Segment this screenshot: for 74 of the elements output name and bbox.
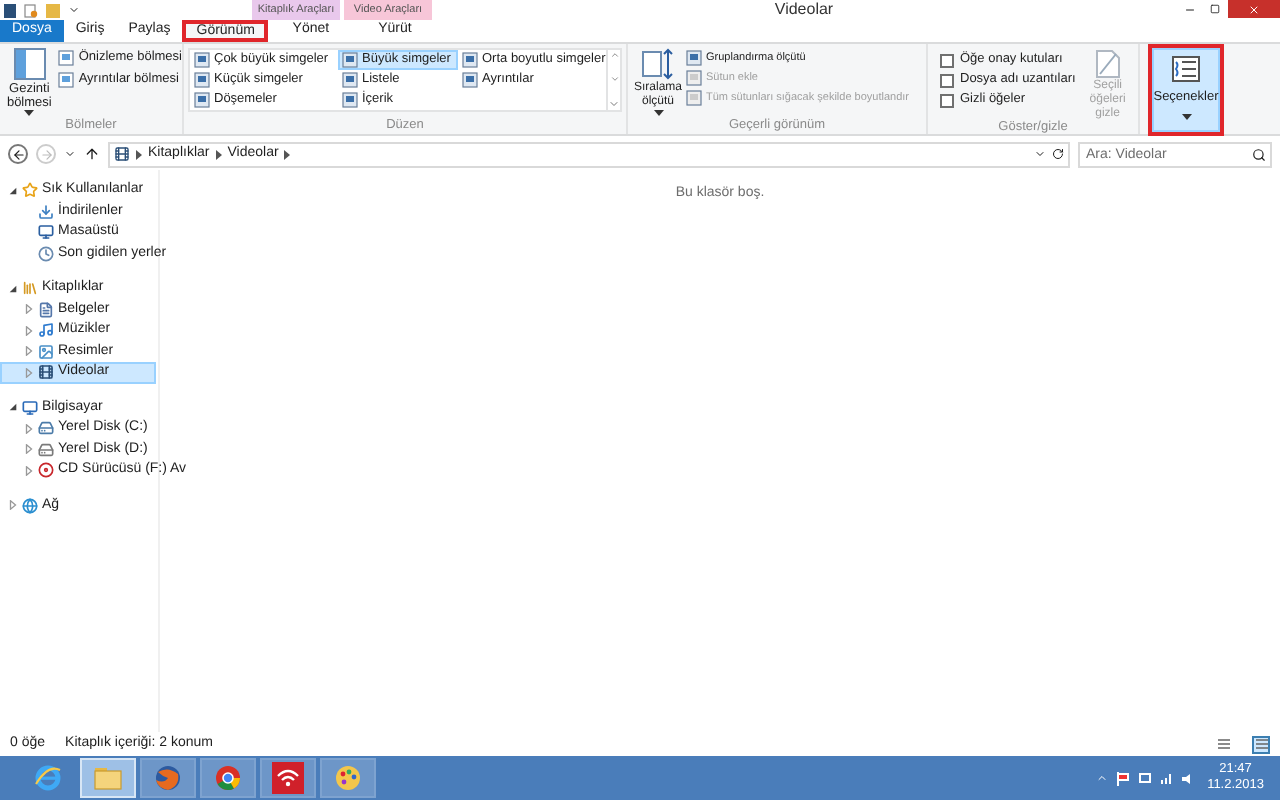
- library-icon: [22, 280, 38, 297]
- taskbar-app-button[interactable]: [200, 758, 256, 798]
- hard-drive-icon: [38, 441, 54, 458]
- breadcrumb-separator-icon[interactable]: [136, 149, 142, 159]
- folder-icon: [94, 766, 122, 790]
- page-icon: [1095, 50, 1120, 78]
- maximize-icon: [1210, 4, 1220, 14]
- taskbar-app-button[interactable]: [320, 758, 376, 798]
- back-arrow-icon: [11, 147, 25, 161]
- monitor-icon: [38, 224, 54, 241]
- disc-icon: [38, 462, 54, 479]
- wifi-icon: [272, 762, 304, 794]
- scroll-up-icon[interactable]: [609, 50, 619, 60]
- up-arrow-icon[interactable]: [84, 146, 100, 162]
- checkbox[interactable]: [940, 73, 954, 87]
- breadcrumb-separator-icon[interactable]: [284, 149, 291, 159]
- signal-icon[interactable]: [1159, 771, 1174, 785]
- collapsed-arrow-icon[interactable]: [24, 346, 34, 357]
- large-icons-view-button[interactable]: [1252, 735, 1270, 753]
- palette-icon: [334, 764, 362, 792]
- search-icon: [1252, 147, 1266, 161]
- taskbar-app-button[interactable]: [260, 758, 316, 798]
- refresh-icon[interactable]: [1052, 148, 1064, 160]
- monitor-icon: [22, 399, 38, 416]
- music-icon: [38, 322, 54, 339]
- scroll-down-icon[interactable]: [609, 74, 619, 84]
- caret-icon: [653, 110, 663, 116]
- flag-icon[interactable]: [1115, 771, 1130, 785]
- window-title: Videolar: [774, 0, 834, 22]
- taskbar-app-button[interactable]: [140, 758, 196, 798]
- details-view-button[interactable]: [1214, 735, 1232, 753]
- collapsed-arrow-icon[interactable]: [24, 325, 34, 336]
- fox-globe-icon: [154, 764, 182, 792]
- star-icon: [22, 182, 38, 199]
- network-icon[interactable]: [1137, 771, 1152, 785]
- history-dropdown-icon[interactable]: [1034, 148, 1046, 160]
- collapsed-arrow-icon[interactable]: [8, 500, 18, 511]
- expanded-arrow-icon[interactable]: [8, 283, 18, 294]
- speaker-icon[interactable]: [1181, 771, 1196, 785]
- film-icon: [114, 146, 130, 162]
- round-browser-icon: [214, 764, 242, 792]
- caret-icon: [24, 110, 35, 116]
- more-icon[interactable]: [608, 98, 620, 110]
- film-icon: [38, 364, 54, 381]
- collapsed-arrow-icon[interactable]: [24, 465, 34, 476]
- recent-locations-icon[interactable]: [64, 148, 76, 160]
- back-button[interactable]: [8, 144, 28, 164]
- expanded-arrow-icon[interactable]: [8, 402, 18, 413]
- breadcrumb-separator-icon[interactable]: [215, 149, 222, 159]
- forward-arrow-icon: [39, 147, 53, 161]
- collapsed-arrow-icon[interactable]: [24, 367, 34, 378]
- checkbox[interactable]: [940, 53, 954, 67]
- expanded-arrow-icon[interactable]: [8, 185, 18, 196]
- clock-icon: [38, 245, 54, 262]
- image-icon: [38, 343, 54, 360]
- checkbox[interactable]: [940, 93, 954, 107]
- options-icon: [1172, 56, 1200, 82]
- tiles-icon: [1255, 738, 1267, 750]
- window-app-icon[interactable]: [4, 3, 16, 17]
- minimize-icon: [1183, 3, 1195, 15]
- caret-icon: [1181, 113, 1191, 120]
- download-icon: [38, 203, 54, 220]
- collapsed-arrow-icon[interactable]: [24, 304, 34, 315]
- hard-drive-icon: [38, 420, 54, 437]
- document-icon: [38, 301, 54, 318]
- globe-icon: [22, 497, 38, 514]
- e-logo-icon: [34, 764, 62, 792]
- collapsed-arrow-icon[interactable]: [24, 423, 34, 434]
- close-icon: [1248, 3, 1260, 15]
- collapsed-arrow-icon[interactable]: [24, 444, 34, 455]
- list-icon: [1217, 738, 1229, 750]
- properties-icon[interactable]: [24, 3, 38, 17]
- show-hidden-icons-icon[interactable]: [1095, 772, 1108, 784]
- customize-dropdown-icon[interactable]: [68, 4, 80, 16]
